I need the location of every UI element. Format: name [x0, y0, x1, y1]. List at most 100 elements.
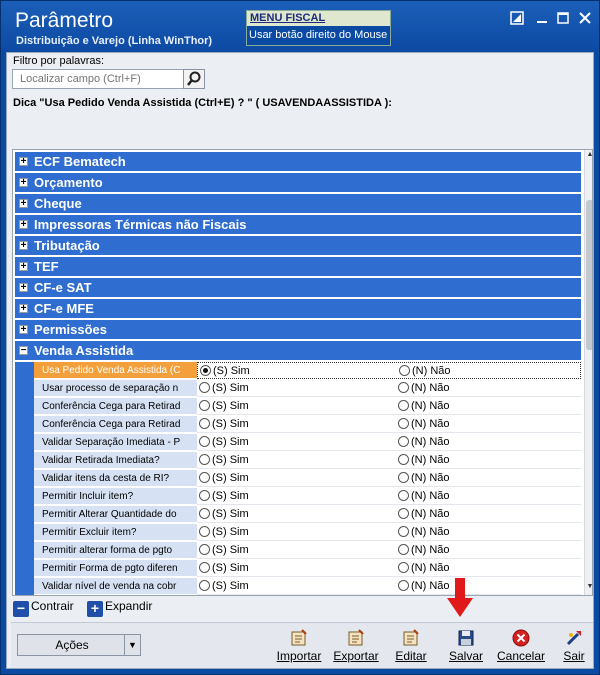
salvar-button[interactable]: Salvar [445, 629, 487, 663]
radio-icon[interactable] [398, 418, 409, 429]
expand-node-icon[interactable]: + [19, 262, 28, 272]
parameter-row[interactable]: Conferência Cega para Retirad (S) Sim (N) … [15, 416, 581, 434]
vertical-scrollbar[interactable]: ▲ ▼ [584, 150, 592, 595]
option-nao[interactable]: (N) Não [398, 544, 450, 556]
radio-icon[interactable] [398, 562, 409, 573]
scrollbar-thumb[interactable] [586, 200, 592, 350]
collapse-node-icon[interactable]: − [19, 346, 28, 356]
parameter-row[interactable]: Permitir Alterar Quantidade do (S) Sim (N)… [15, 506, 581, 524]
parameter-row[interactable]: Conferência Cega para Retirad (S) Sim (N) … [15, 398, 581, 416]
radio-icon[interactable] [199, 490, 210, 501]
expand-node-icon[interactable]: + [19, 220, 28, 230]
option-nao[interactable]: (N) Não [398, 382, 450, 394]
maximize-icon[interactable] [555, 11, 571, 27]
expand-node-icon[interactable]: + [19, 157, 28, 167]
parameter-row[interactable]: Permitir Forma de pgto diferen (S) Sim (N)… [15, 560, 581, 578]
chevron-down-icon[interactable]: ▼ [124, 635, 140, 655]
option-sim[interactable]: (S) Sim [199, 580, 249, 592]
parameter-row[interactable]: Validar Separação Imediata - P (S) Sim (N)… [15, 434, 581, 452]
group-row[interactable]: + Permissões [15, 320, 581, 340]
option-nao[interactable]: (N) Não [398, 454, 450, 466]
option-nao[interactable]: (N) Não [398, 400, 450, 412]
radio-icon[interactable] [199, 526, 210, 537]
option-nao[interactable]: (N) Não [398, 490, 450, 502]
radio-icon[interactable] [399, 365, 410, 376]
radio-icon[interactable] [199, 400, 210, 411]
group-row[interactable]: + Cheque [15, 194, 581, 214]
radio-icon[interactable] [199, 580, 210, 591]
editar-button[interactable]: Editar [391, 629, 431, 663]
group-row[interactable]: + TEF [15, 257, 581, 277]
acoes-dropdown[interactable]: Ações ▼ [17, 634, 141, 656]
sair-button[interactable]: Sair [558, 629, 590, 663]
option-sim[interactable]: (S) Sim [199, 436, 249, 448]
option-sim[interactable]: (S) Sim [199, 418, 249, 430]
expand-node-icon[interactable]: + [19, 199, 28, 209]
group-row[interactable]: + CF-e MFE [15, 299, 581, 319]
scroll-down-icon[interactable]: ▼ [585, 583, 592, 590]
scroll-up-icon[interactable]: ▲ [585, 151, 592, 158]
radio-icon[interactable] [199, 418, 210, 429]
radio-icon[interactable] [199, 472, 210, 483]
cancelar-button[interactable]: Cancelar [496, 629, 546, 663]
parameter-row[interactable]: Permitir Incluir item? (S) Sim (N) Não [15, 488, 581, 506]
radio-icon[interactable] [398, 436, 409, 447]
option-nao[interactable]: (N) Não [398, 418, 450, 430]
radio-icon[interactable] [398, 472, 409, 483]
collapse-button[interactable]: − Contrair [13, 599, 74, 617]
expand-button[interactable]: + Expandir [87, 599, 152, 617]
group-row[interactable]: + ECF Bematech [15, 152, 581, 172]
option-sim[interactable]: (S) Sim [199, 454, 249, 466]
option-sim[interactable]: (S) Sim [199, 562, 249, 574]
radio-icon[interactable] [199, 454, 210, 465]
group-row[interactable]: − Venda Assistida [15, 341, 581, 361]
option-sim[interactable]: (S) Sim [199, 400, 249, 412]
radio-icon[interactable] [398, 490, 409, 501]
option-sim[interactable]: (S) Sim [199, 526, 249, 538]
option-sim[interactable]: (S) Sim [199, 508, 249, 520]
close-icon[interactable] [577, 11, 593, 27]
radio-icon[interactable] [398, 544, 409, 555]
expand-node-icon[interactable]: + [19, 325, 28, 335]
group-row[interactable]: + Tributação [15, 236, 581, 256]
radio-icon[interactable] [398, 382, 409, 393]
minimize-icon[interactable] [534, 11, 550, 27]
option-nao[interactable]: (N) Não [398, 526, 450, 538]
option-sim[interactable]: (S) Sim [200, 365, 250, 377]
parameter-tree[interactable]: + ECF Bematech + Orçamento + Cheque + Impressor… [12, 149, 593, 596]
parameter-row[interactable]: Permitir Excluir item? (S) Sim (N) Não [15, 524, 581, 542]
option-sim[interactable]: (S) Sim [199, 544, 249, 556]
parameter-row[interactable]: Usa Pedido Venda Assistida (C (S) Sim (N) … [15, 362, 581, 380]
radio-icon[interactable] [398, 454, 409, 465]
radio-icon[interactable] [199, 436, 210, 447]
importar-button[interactable]: Importar [274, 629, 324, 663]
radio-icon[interactable] [398, 526, 409, 537]
expand-node-icon[interactable]: + [19, 241, 28, 251]
radio-icon[interactable] [199, 562, 210, 573]
expand-node-icon[interactable]: + [19, 283, 28, 293]
option-nao[interactable]: (N) Não [398, 436, 450, 448]
option-sim[interactable]: (S) Sim [199, 490, 249, 502]
radio-icon[interactable] [199, 382, 210, 393]
option-nao[interactable]: (N) Não [398, 472, 450, 484]
expand-node-icon[interactable]: + [19, 178, 28, 188]
group-row[interactable]: + CF-e SAT [15, 278, 581, 298]
parameter-row[interactable]: Validar itens da cesta de RI? (S) Sim (N) … [15, 470, 581, 488]
radio-icon[interactable] [199, 508, 210, 519]
search-input[interactable] [12, 69, 187, 89]
search-button[interactable] [183, 69, 205, 89]
option-sim[interactable]: (S) Sim [199, 472, 249, 484]
parameter-row[interactable]: Validar nível de venda na cobr (S) Sim (N)… [15, 578, 581, 595]
group-row[interactable]: + Impressoras Térmicas não Fiscais [15, 215, 581, 235]
radio-icon[interactable] [199, 544, 210, 555]
parameter-row[interactable]: Permitir alterar forma de pgto (S) Sim (N)… [15, 542, 581, 560]
radio-icon[interactable] [398, 580, 409, 591]
radio-icon[interactable] [398, 400, 409, 411]
parameter-row[interactable]: Validar Retirada Imediata? (S) Sim (N) Não [15, 452, 581, 470]
radio-icon[interactable] [200, 365, 211, 376]
group-row[interactable]: + Orçamento [15, 173, 581, 193]
option-nao[interactable]: (N) Não [398, 508, 450, 520]
parameter-row[interactable]: Usar processo de separação n (S) Sim (N) N… [15, 380, 581, 398]
radio-icon[interactable] [398, 508, 409, 519]
pin-icon[interactable] [509, 11, 525, 27]
